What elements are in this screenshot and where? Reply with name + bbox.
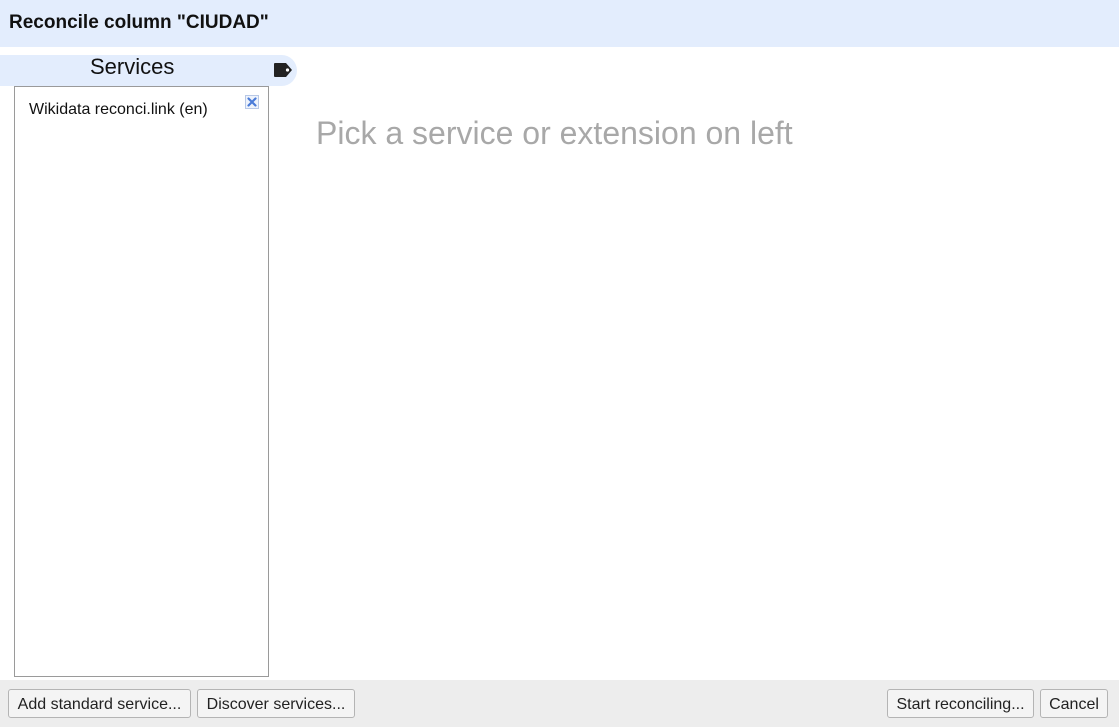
close-icon[interactable] (245, 95, 259, 109)
dialog-title: Reconcile column "CIUDAD" (9, 12, 269, 33)
empty-state-message: Pick a service or extension on left (316, 115, 793, 151)
tag-icon[interactable] (273, 62, 293, 78)
services-tab-label: Services (90, 54, 175, 79)
service-item-wikidata[interactable]: Wikidata reconci.link (en) (15, 87, 268, 131)
reconcile-dialog: Reconcile column "CIUDAD" Services Wikid… (0, 0, 1119, 727)
service-list: Wikidata reconci.link (en) (14, 86, 269, 677)
services-tab[interactable]: Services (0, 55, 297, 86)
add-standard-service-button[interactable]: Add standard service... (8, 689, 191, 718)
dialog-footer: Add standard service... Discover service… (0, 680, 1119, 727)
dialog-header: Reconcile column "CIUDAD" (0, 0, 1119, 47)
service-item-label: Wikidata reconci.link (en) (29, 101, 208, 118)
start-reconciling-button[interactable]: Start reconciling... (887, 689, 1034, 718)
discover-services-button[interactable]: Discover services... (197, 689, 355, 718)
cancel-button[interactable]: Cancel (1040, 689, 1108, 718)
